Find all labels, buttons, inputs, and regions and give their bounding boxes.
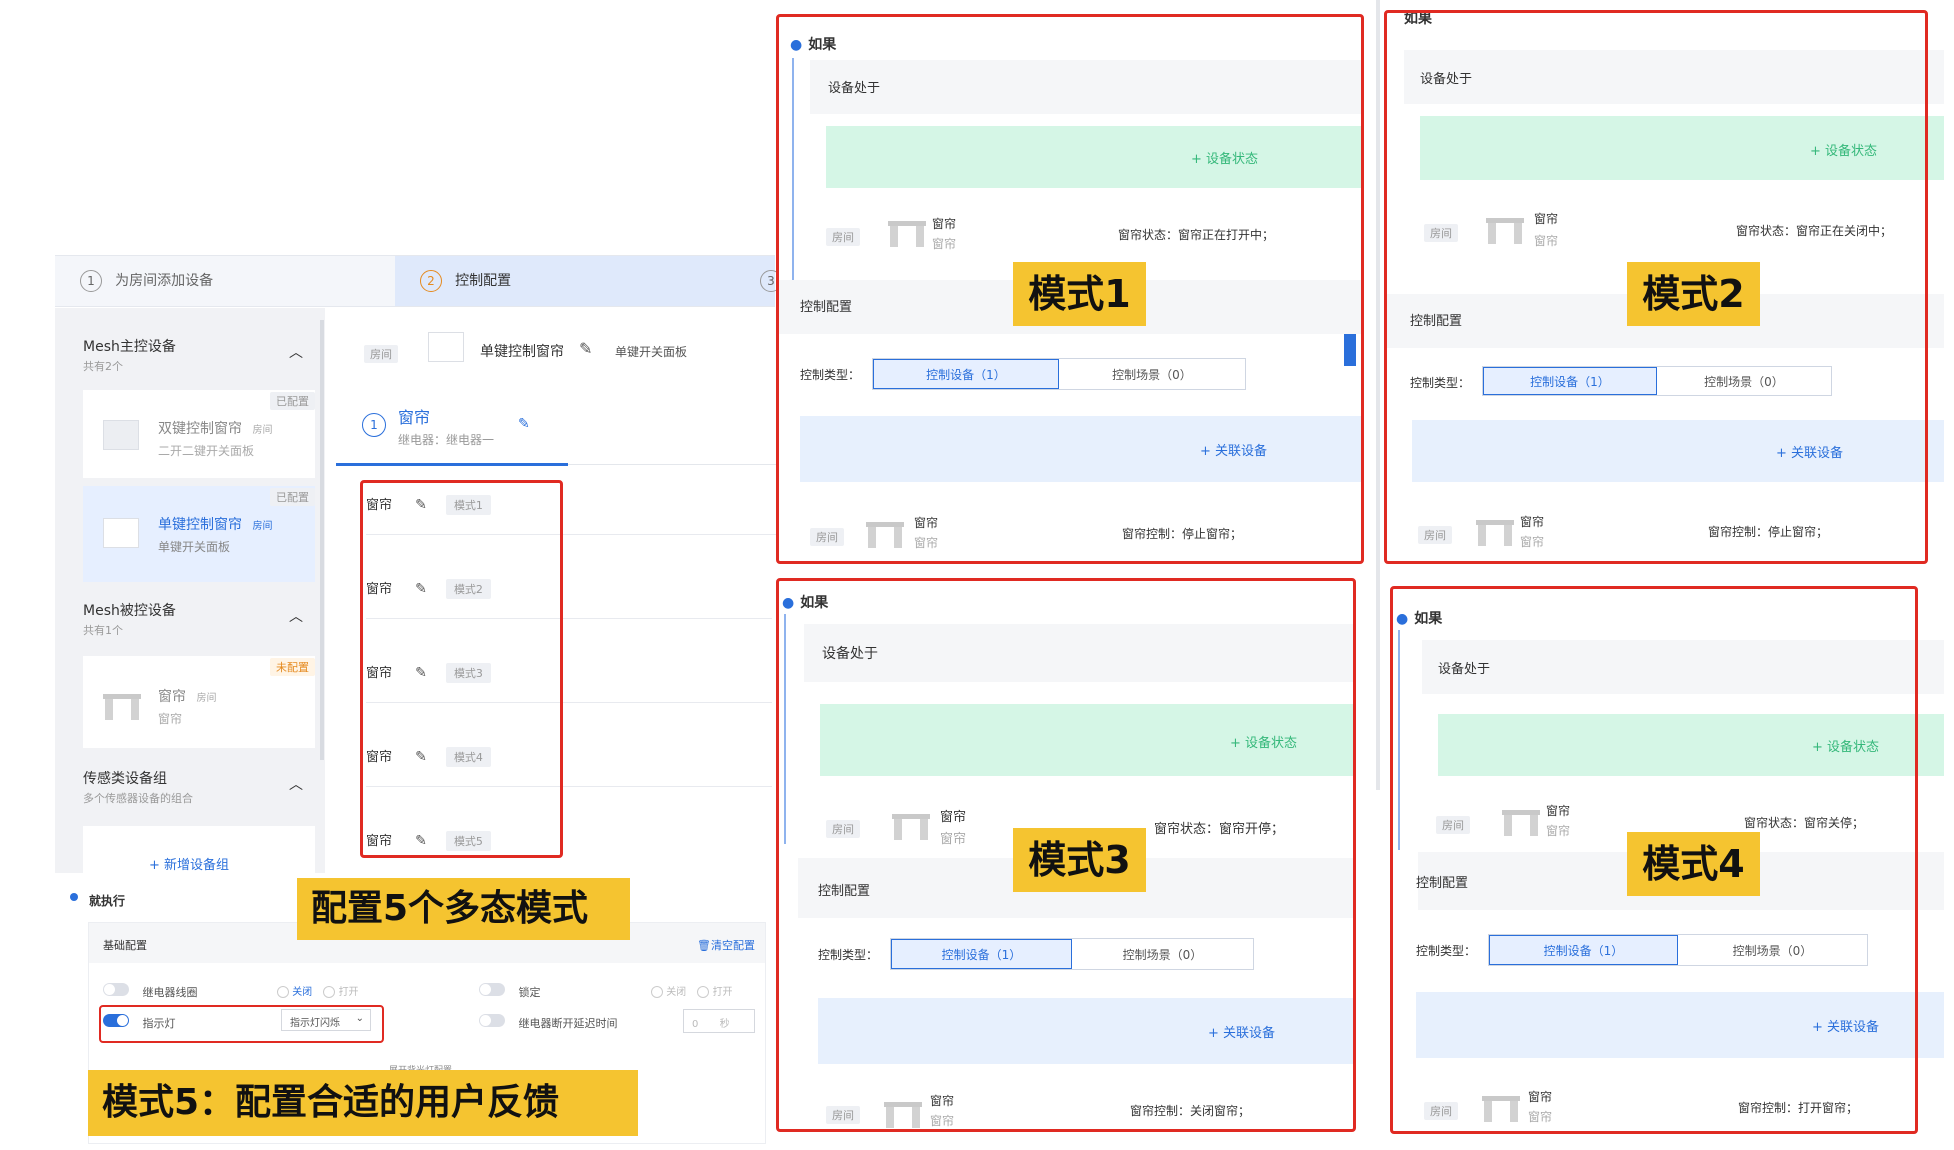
annotation-config5: 配置5个多态模式 [297,878,630,940]
lock-row: 锁定 [479,983,541,1000]
relay-delay-row: 继电器断开延迟时间 [479,1014,618,1031]
relay-delay-input[interactable]: 0 秒 [683,1009,755,1033]
radio-on[interactable] [323,986,336,998]
status-badge: 已配置 [270,392,315,410]
lock-toggle[interactable] [479,983,505,996]
device-room: 房间 [196,693,217,704]
lock-label: 锁定 [518,986,541,999]
panel-scrollbar[interactable] [1376,0,1380,790]
device-desc: 窗帘 [158,712,183,726]
execute-title: 就执行 [89,894,126,908]
switch-panel-icon [428,332,464,362]
annotation-mode2: 模式2 [1627,262,1760,326]
step-1-number: 1 [80,270,102,292]
relay-delay-toggle[interactable] [479,1014,505,1027]
sidebar-scrollbar[interactable] [320,320,324,760]
switch-panel-icon [103,420,139,450]
chevron-up-icon[interactable]: ︿ [289,342,303,362]
step-2[interactable]: 2 控制配置 [420,270,511,292]
status-badge: 已配置 [270,488,315,506]
chevron-up-icon[interactable]: ︿ [289,774,303,794]
annotation-mode1: 模式1 [1013,262,1146,326]
modes-highlight-box [360,480,563,858]
device-desc: 二开二键开关面板 [158,444,255,458]
off-label: 关闭 [666,987,687,998]
device-room: 房间 [252,521,273,532]
relay-delay-label: 继电器断开延迟时间 [518,1017,618,1030]
group-mesh-slave[interactable]: Mesh被控设备 共有1个 ︿ [83,600,313,638]
device-room: 房间 [252,425,273,436]
radio-off[interactable] [277,986,289,998]
group-title: 传感类设备组 [83,771,167,787]
group-mesh-master[interactable]: Mesh主控设备 共有2个 ︿ [83,336,313,374]
group-title: Mesh主控设备 [83,339,176,355]
group-desc: 多个传感器设备的组合 [83,792,193,805]
device-name: 单键控制窗帘 [158,517,242,533]
relay-coil-label: 继电器线圈 [142,986,198,999]
device-name: 窗帘 [158,689,186,705]
curtain-icon [103,694,141,720]
relay-coil-toggle[interactable] [103,983,129,996]
sub-device-number: 1 [362,413,386,437]
annotation-mode4: 模式4 [1627,832,1760,896]
status-badge: 未配置 [270,658,315,676]
steps-bar: 1 为房间添加设备 2 控制配置 3 [55,255,782,307]
device-sidebar: Mesh主控设备 共有2个 ︿ 已配置 双键控制窗帘 房间 二开二键开关面板 已… [55,308,325,873]
device-desc: 单键开关面板 [158,540,231,554]
group-count: 共有1个 [83,624,123,637]
delay-unit: 秒 [719,1019,730,1030]
active-tab-indicator [336,463,568,466]
group-count: 共有2个 [83,360,123,373]
step-2-label: 控制配置 [455,273,512,289]
add-group-button[interactable]: + 新增设备组 [149,854,229,873]
radio-on[interactable] [697,986,710,998]
device-card[interactable]: 已配置 双键控制窗帘 房间 二开二键开关面板 [83,390,315,478]
sub-device-name: 窗帘 [398,408,431,427]
device-card-selected[interactable]: 已配置 单键控制窗帘 房间 单键开关面板 [83,486,315,582]
on-label: 打开 [338,987,359,998]
on-label: 打开 [712,987,733,998]
basic-config-title: 基础配置 [103,939,147,952]
group-sensor[interactable]: 传感类设备组 多个传感器设备的组合 ︿ [83,768,313,806]
delay-value: 0 [692,1019,699,1030]
device-name: 单键控制窗帘 [480,344,564,360]
indicator-highlight-box [99,1005,384,1043]
room-tag: 房间 [364,345,398,363]
relay-coil-row: 继电器线圈 [103,983,198,1000]
step-1[interactable]: 1 为房间添加设备 [80,270,213,292]
add-group-area: + 新增设备组 [83,826,315,873]
lock-options: 关闭 打开 [651,983,733,998]
group-title: Mesh被控设备 [83,603,176,619]
step-1-label: 为房间添加设备 [115,273,214,289]
radio-off[interactable] [651,986,663,998]
device-name: 双键控制窗帘 [158,421,242,437]
trash-icon: 🗑 [697,939,711,952]
device-type: 单键开关面板 [615,345,688,359]
off-label: 关闭 [292,987,313,998]
annotation-mode3: 模式3 [1013,828,1146,892]
annotation-mode5: 模式5：配置合适的用户反馈 [88,1070,638,1136]
timeline-dot [70,893,78,901]
edit-icon[interactable]: ✎ [579,339,592,358]
relay-coil-options: 关闭 打开 [277,983,359,998]
switch-panel-icon [103,518,139,548]
chevron-up-icon[interactable]: ︿ [289,606,303,626]
device-card[interactable]: 未配置 窗帘 房间 窗帘 [83,656,315,748]
edit-icon[interactable]: ✎ [518,416,530,432]
clear-config-label: 清空配置 [711,939,755,952]
sub-device-desc: 继电器：继电器一 [398,433,495,447]
clear-config-button[interactable]: 🗑清空配置 [697,937,755,953]
step-2-number: 2 [420,270,442,292]
